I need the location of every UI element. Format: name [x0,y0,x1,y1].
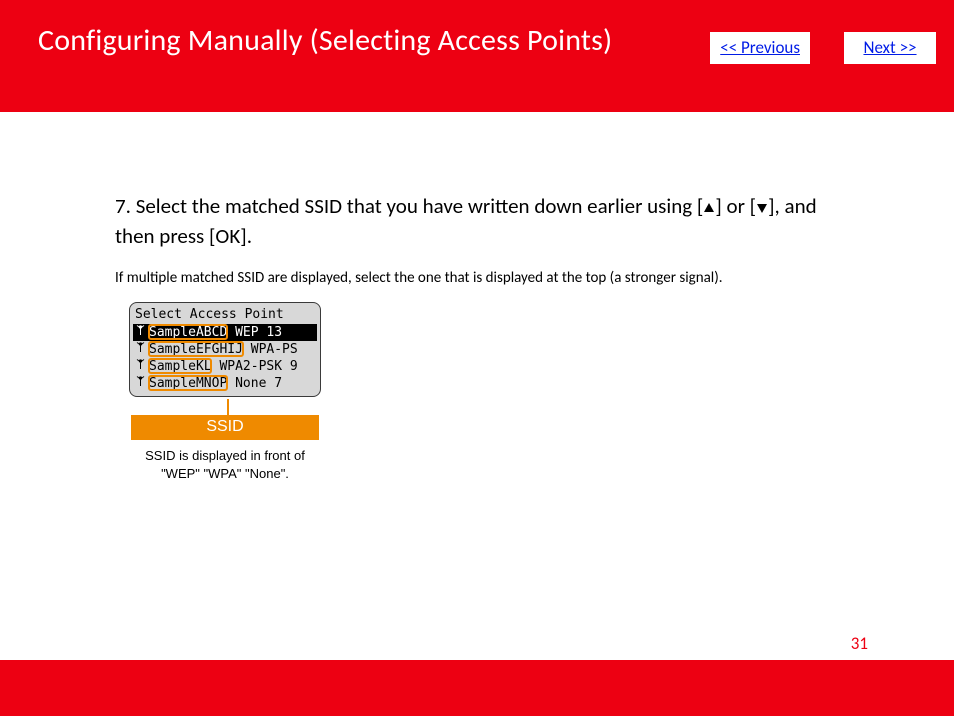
lcd-row: SampleEFGHIJ WPA-PS [133,341,317,358]
step-text-1: Select the matched SSID that you have wr… [136,193,704,219]
antenna-icon [135,325,145,340]
ssid-text: SampleABCD [149,325,227,340]
row-rest: WPA-PS [243,342,298,357]
step-text-2: ] or [ [715,193,756,219]
header-bar: Configuring Manually (Selecting Access P… [0,0,954,112]
row-rest: WPA2-PSK 9 [212,359,298,374]
lcd-row: SampleABCD WEP 13 [133,324,317,341]
page-title: Configuring Manually (Selecting Access P… [38,22,612,59]
lcd-row: SampleKL WPA2-PSK 9 [133,358,317,375]
sub-note: If multiple matched SSID are displayed, … [115,268,842,288]
previous-button[interactable]: << Previous [710,32,810,64]
row-rest: WEP 13 [227,325,282,340]
ssid-callout-text: SSID [206,418,243,435]
antenna-icon [135,342,145,357]
ssid-caption: SSID is displayed in front of "WEP" "WPA… [129,447,321,482]
antenna-icon [135,359,145,374]
down-triangle-icon [756,193,768,222]
nav-buttons: << Previous Next >> [710,32,936,64]
up-triangle-icon [703,193,715,222]
footer-bar [0,660,954,716]
lcd-row: SampleMNOP None 7 [133,375,317,392]
ssid-connector-line [227,399,229,415]
ssid-callout-label: SSID [131,415,319,440]
row-rest: None 7 [227,376,282,391]
lcd-panel-figure: Select Access Point SampleABCD WEP 13 Sa… [129,302,321,482]
lcd-rows: SampleABCD WEP 13 SampleEFGHIJ WPA-PS Sa… [133,324,317,392]
step-instruction: 7. Select the matched SSID that you have… [115,192,842,252]
antenna-icon [135,376,145,391]
lcd-panel-title: Select Access Point [133,306,317,324]
ssid-text: SampleEFGHIJ [149,342,243,357]
next-button[interactable]: Next >> [844,32,936,64]
lcd-panel: Select Access Point SampleABCD WEP 13 Sa… [129,302,321,397]
step-number: 7. [115,193,131,219]
ssid-text: SampleKL [149,359,212,374]
ssid-text: SampleMNOP [149,376,227,391]
content-area: 7. Select the matched SSID that you have… [0,112,954,482]
page-number: 31 [851,633,868,654]
